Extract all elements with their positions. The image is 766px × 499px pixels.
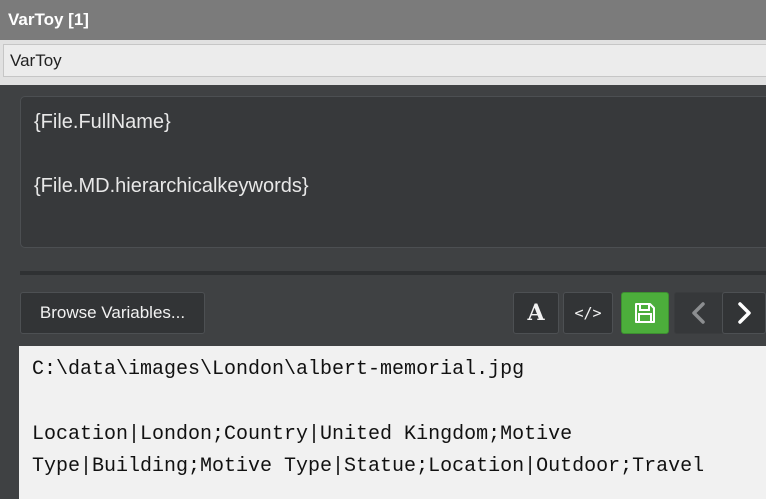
output-panel: C:\data\images\London\albert-memorial.jp…: [19, 346, 766, 499]
code-view-button[interactable]: </>: [563, 292, 613, 334]
tab-label: VarToy: [10, 50, 62, 70]
save-button[interactable]: [621, 292, 669, 334]
chevron-left-icon: [692, 302, 705, 324]
font-button[interactable]: A: [513, 292, 559, 334]
tab-vartoy[interactable]: VarToy: [3, 44, 766, 77]
expression-editor[interactable]: {File.FullName} {File.MD.hierarchicalkey…: [20, 96, 766, 248]
chevron-right-icon: [738, 302, 751, 324]
browse-variables-button[interactable]: Browse Variables...: [20, 292, 205, 334]
output-line: C:\data\images\London\albert-memorial.jp…: [32, 358, 525, 381]
editor-line: {File.FullName}: [34, 111, 171, 133]
font-icon: A: [527, 300, 545, 326]
output-line: Location|London;Country|United Kingdom;M…: [32, 423, 573, 446]
save-icon: [635, 303, 655, 323]
browse-variables-label: Browse Variables...: [39, 303, 186, 322]
editor-line: {File.MD.hierarchicalkeywords}: [34, 175, 309, 197]
tab-bar: VarToy: [0, 40, 766, 85]
window-title-bar: VarToy [1]: [0, 0, 766, 40]
code-icon: </>: [574, 304, 602, 322]
splitter-handle[interactable]: [20, 271, 766, 275]
previous-button[interactable]: [674, 292, 724, 334]
next-button[interactable]: [722, 292, 766, 334]
window-title: VarToy [1]: [8, 10, 89, 29]
output-line: Type|Building;Motive Type|Statue;Locatio…: [32, 455, 705, 478]
